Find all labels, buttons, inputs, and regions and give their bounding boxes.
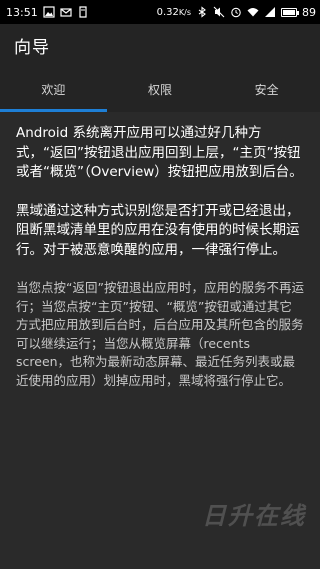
tab-welcome[interactable]: 欢迎	[0, 66, 107, 112]
intro-paragraph: Android 系统离开应用可以通过好几种方式，“返回”按钮退出应用回到上层，“…	[16, 125, 303, 180]
status-bar: 13:51 0.32K/s 89	[0, 0, 320, 24]
wifi-icon	[247, 6, 259, 18]
sd-card-icon	[77, 6, 89, 18]
status-left: 13:51	[6, 6, 89, 19]
tab-label: 权限	[148, 82, 173, 97]
status-time: 13:51	[6, 5, 38, 19]
description-paragraph: 黑域通过这种方式识别您是否打开或已经退出，阻断黑域清单里的应用在没有使用的时候长…	[16, 202, 300, 258]
tab-label: 安全	[254, 82, 279, 97]
mail-icon	[60, 6, 72, 18]
battery-level: 89	[302, 5, 316, 19]
page-title: 向导	[14, 37, 50, 58]
network-speed: 0.32K/s	[156, 6, 191, 18]
screen: 13:51 0.32K/s 89 向导 欢迎 权限 安全 Android 系统离…	[0, 0, 320, 569]
tab-label: 欢迎	[41, 82, 66, 97]
image-icon	[43, 6, 55, 18]
tab-permissions[interactable]: 权限	[107, 66, 214, 112]
tab-bar: 欢迎 权限 安全	[0, 66, 320, 112]
mute-icon	[213, 6, 225, 18]
tab-security[interactable]: 安全	[213, 66, 320, 112]
signal-icon	[264, 6, 276, 18]
details-paragraph: 当您点按“返回”按钮退出应用时，应用的服务不再运行；当您点按“主页”按钮、“概览…	[16, 280, 304, 388]
battery-fill	[283, 9, 296, 15]
battery-icon	[281, 7, 299, 17]
alarm-icon	[230, 6, 242, 18]
watermark-logo: 日升在线	[202, 502, 306, 530]
app-bar: 向导	[0, 24, 320, 66]
bluetooth-icon	[196, 6, 208, 18]
status-right: 0.32K/s 89	[157, 6, 316, 19]
